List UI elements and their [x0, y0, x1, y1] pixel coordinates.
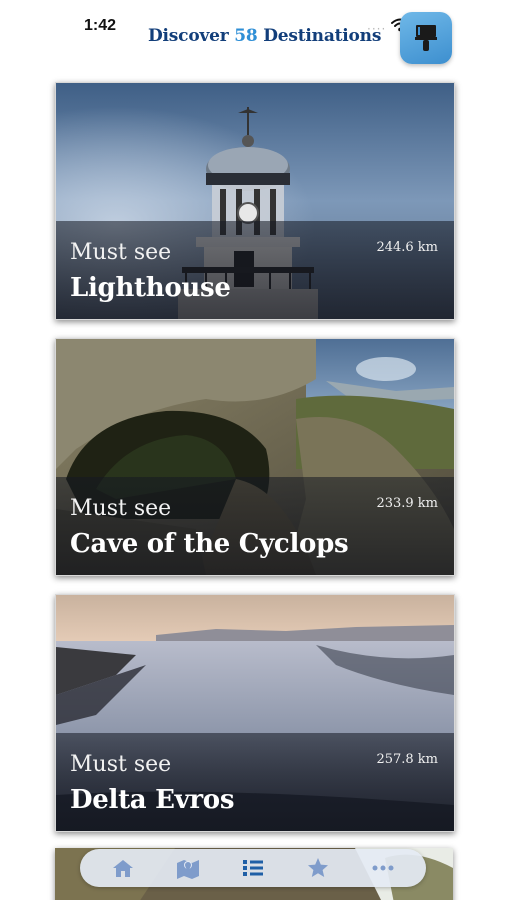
destination-card-cave-of-the-cyclops[interactable]: Must see Cave of the Cyclops 233.9 km	[55, 338, 455, 576]
card-title: Delta Evros	[70, 785, 235, 815]
card-kicker: Must see	[70, 752, 172, 777]
destination-card-lighthouse[interactable]: Must see Lighthouse 244.6 km	[55, 82, 455, 320]
card-distance: 233.9 km	[376, 496, 438, 511]
filter-button[interactable]	[400, 12, 452, 64]
star-icon	[308, 858, 329, 877]
list-icon	[242, 860, 263, 876]
tab-favorites[interactable]	[298, 853, 338, 883]
brush-icon	[415, 25, 437, 51]
card-kicker: Must see	[70, 496, 172, 521]
card-title: Cave of the Cyclops	[70, 529, 349, 559]
map-icon	[176, 860, 199, 879]
tab-home[interactable]	[103, 853, 143, 883]
tab-more[interactable]	[363, 853, 403, 883]
card-kicker: Must see	[70, 240, 172, 265]
card-distance: 257.8 km	[376, 752, 438, 767]
status-more-dots: ····	[367, 22, 387, 36]
tab-list[interactable]	[233, 853, 273, 883]
title-prefix: Discover	[148, 26, 229, 46]
screen: 1:42 Discover 58 Destinations ···· Must …	[0, 0, 507, 900]
title-suffix: Destinations	[263, 26, 382, 46]
page-title: Discover 58 Destinations	[148, 26, 381, 46]
tab-map[interactable]	[168, 853, 208, 883]
title-number: 58	[234, 26, 258, 46]
card-overlay	[56, 221, 454, 319]
card-distance: 244.6 km	[376, 240, 438, 255]
more-icon	[372, 865, 394, 871]
card-title: Lighthouse	[70, 273, 231, 303]
card-overlay	[56, 733, 454, 831]
card-overlay	[56, 477, 454, 575]
status-time: 1:42	[84, 17, 117, 34]
tab-bar	[80, 849, 426, 887]
destination-card-delta-evros[interactable]: Must see Delta Evros 257.8 km	[55, 594, 455, 832]
home-icon	[112, 860, 133, 877]
